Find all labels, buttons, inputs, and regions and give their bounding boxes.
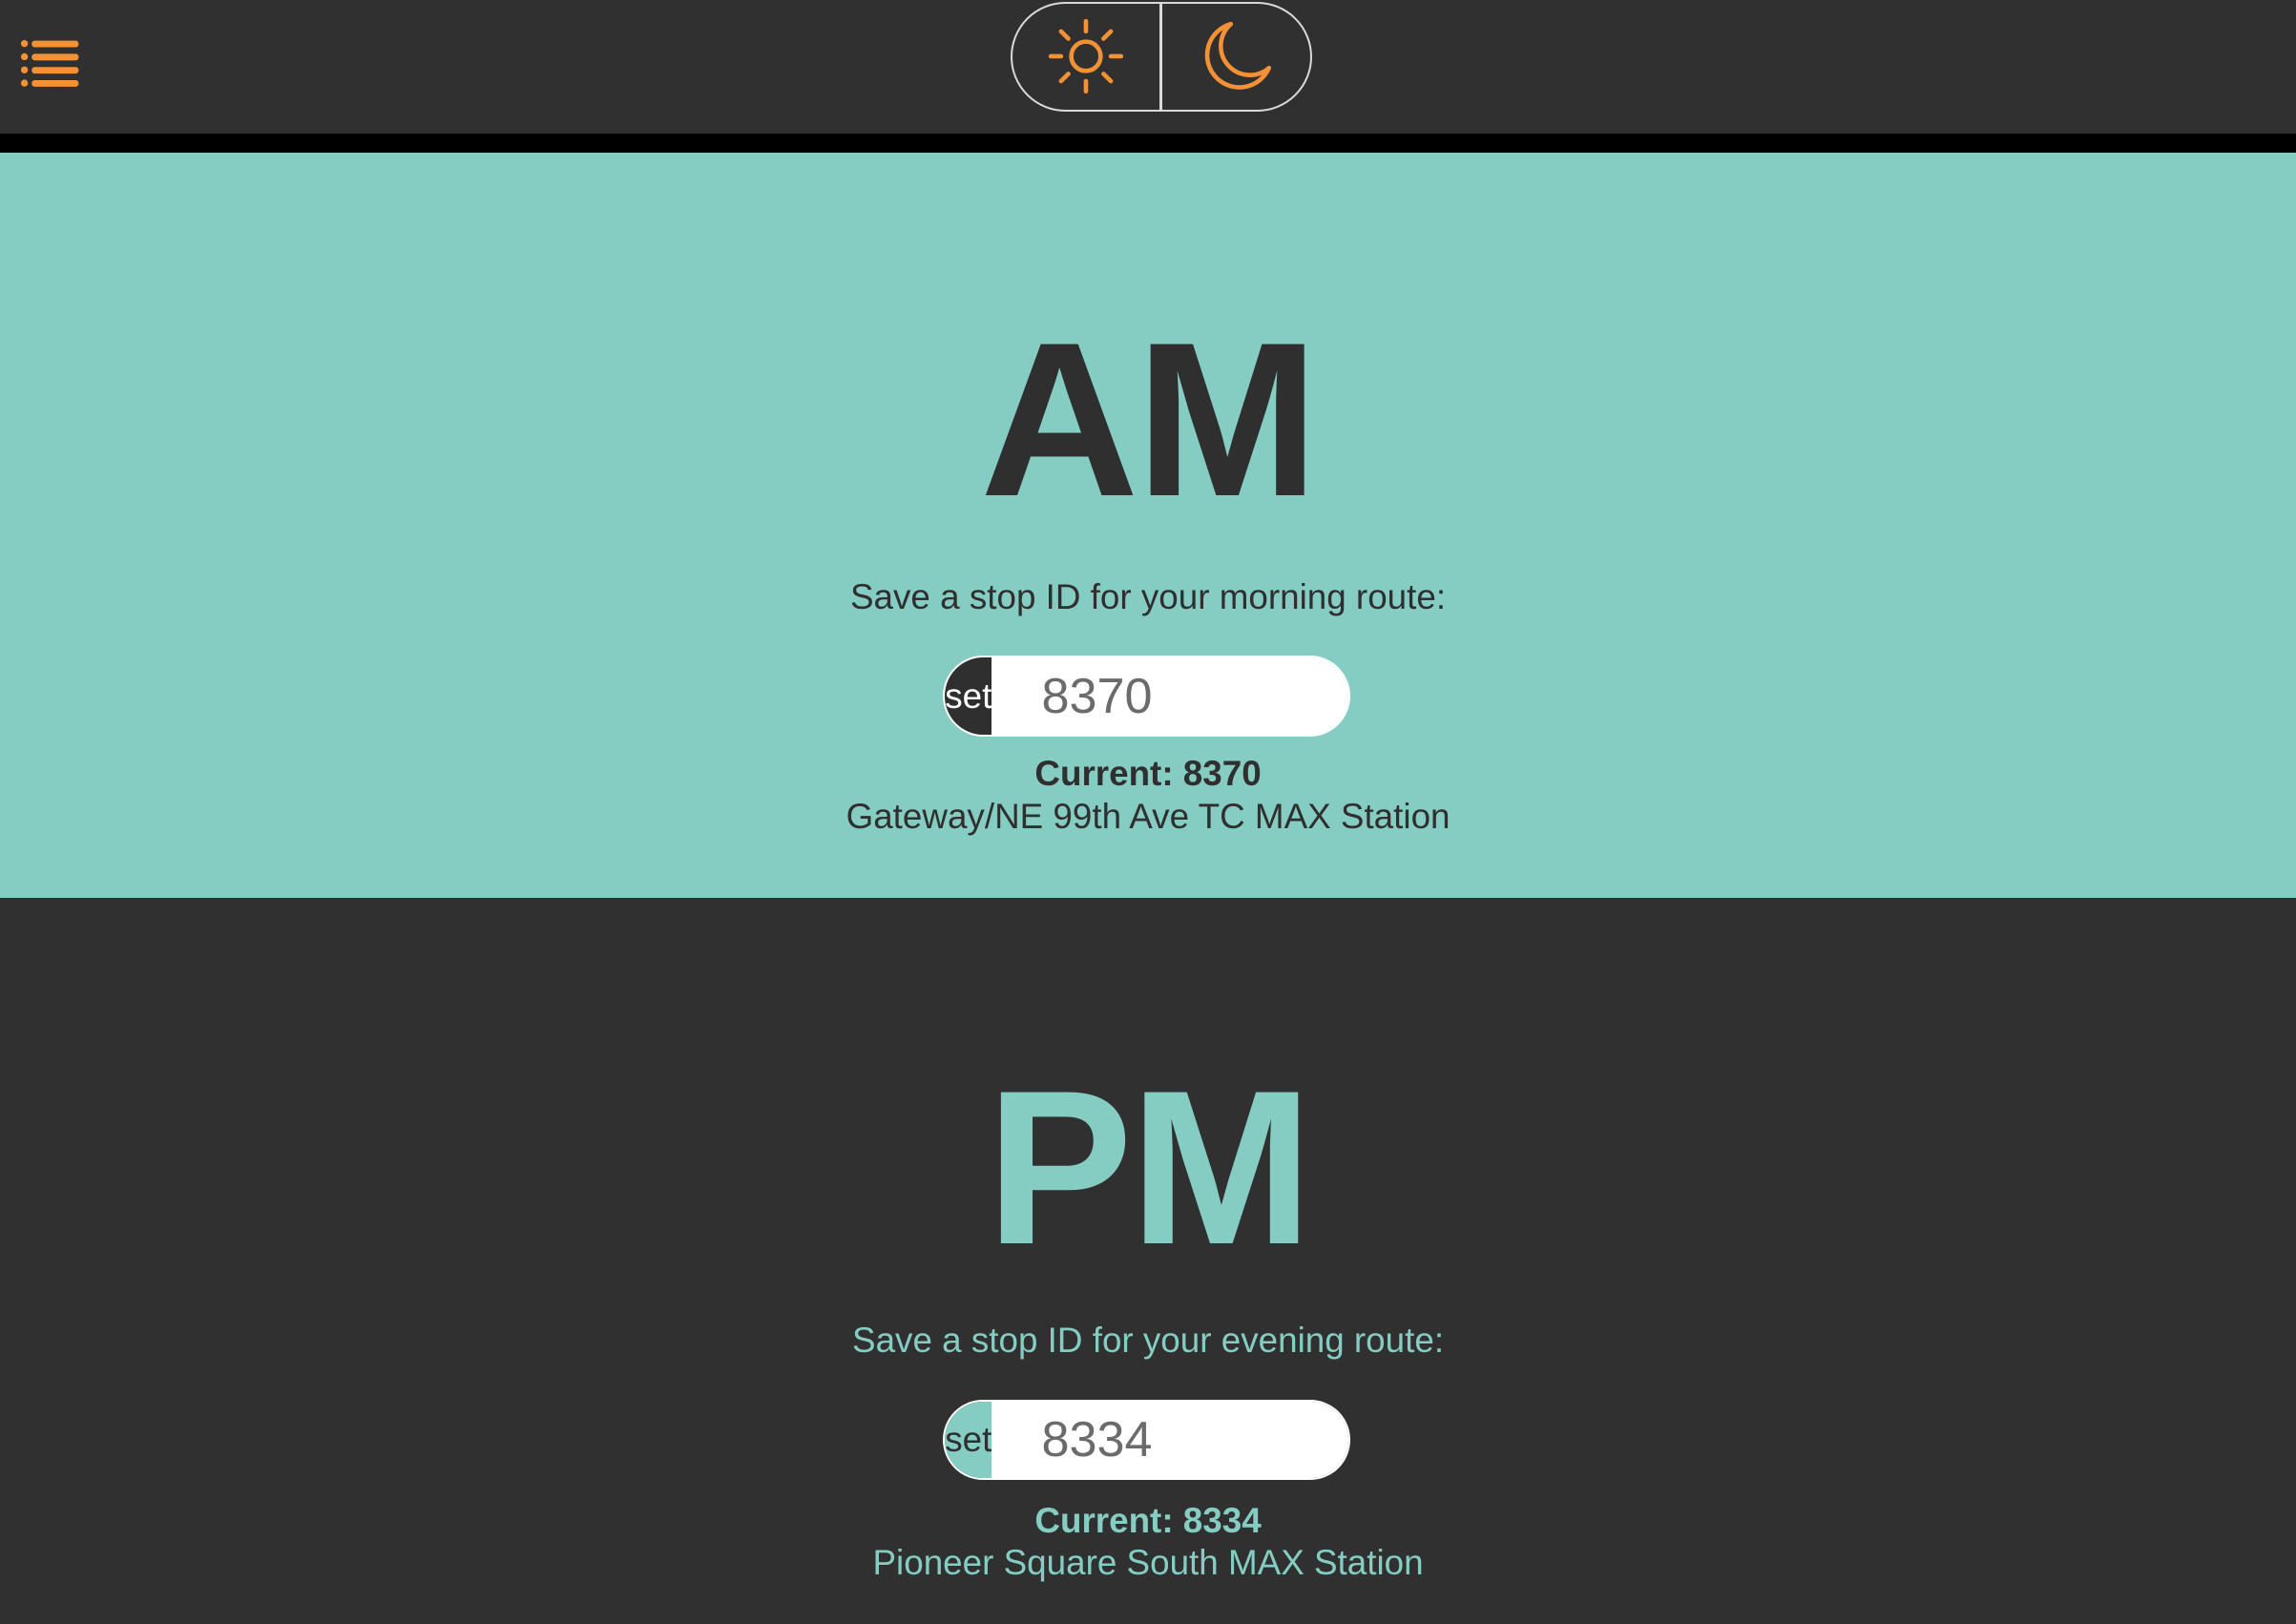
pm-set-button[interactable]: set: [945, 1401, 992, 1479]
am-title: AM: [980, 297, 1319, 543]
am-current-stop: Current: 8370: [1034, 754, 1262, 794]
header-divider: [0, 133, 2296, 153]
am-set-button[interactable]: set: [945, 657, 992, 735]
light-mode-button[interactable]: [1012, 4, 1160, 110]
hamburger-list-icon: [21, 40, 79, 88]
top-bar: [0, 0, 2296, 134]
pm-station-name: Pioneer Square South MAX Station: [872, 1543, 1424, 1583]
am-stop-id-input[interactable]: [991, 657, 1348, 735]
sun-icon: [1048, 18, 1124, 94]
am-prompt: Save a stop ID for your morning route:: [850, 576, 1447, 616]
pm-stop-id-input[interactable]: [991, 1401, 1348, 1479]
theme-toggle: [1010, 1, 1312, 112]
pm-title: PM: [986, 1045, 1312, 1291]
menu-button[interactable]: [20, 36, 81, 92]
moon-icon: [1204, 22, 1271, 90]
pm-prompt: Save a stop ID for your evening route:: [852, 1321, 1445, 1361]
pm-stop-form: set: [943, 1399, 1350, 1481]
am-station-name: Gateway/NE 99th Ave TC MAX Station: [845, 796, 1451, 836]
am-section: AM Save a stop ID for your morning route…: [0, 152, 2296, 898]
am-stop-form: set: [943, 656, 1350, 737]
dark-mode-button[interactable]: [1162, 4, 1310, 110]
pm-section: PM Save a stop ID for your evening route…: [0, 897, 2296, 1624]
pm-current-stop: Current: 8334: [1034, 1500, 1262, 1540]
